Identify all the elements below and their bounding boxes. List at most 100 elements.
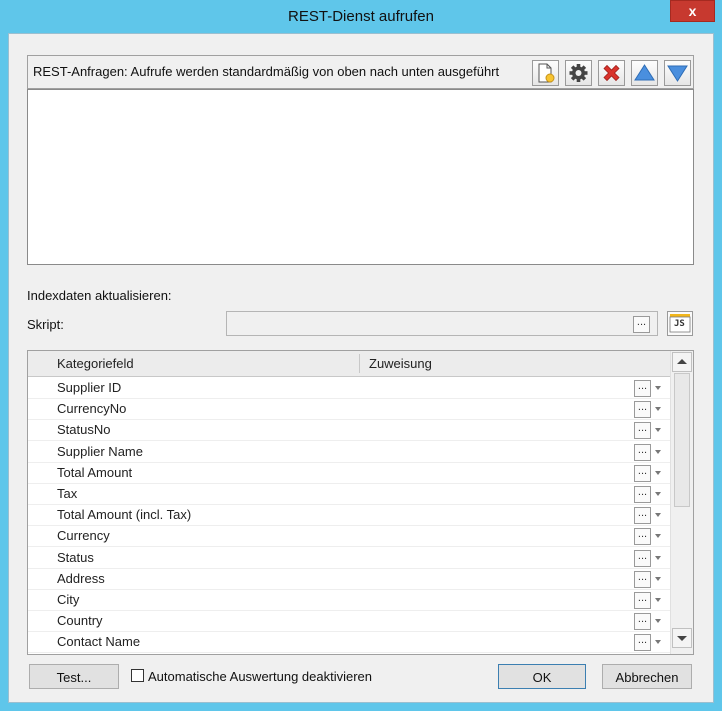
dropdown-arrow-icon[interactable] bbox=[655, 470, 661, 475]
gear-icon bbox=[569, 64, 588, 82]
js-label: JS bbox=[674, 319, 685, 329]
dropdown-arrow-icon[interactable] bbox=[655, 449, 661, 454]
requests-list[interactable] bbox=[27, 89, 694, 265]
assignment-browse-button[interactable]: ... bbox=[634, 486, 651, 503]
scroll-down-button[interactable] bbox=[672, 628, 692, 648]
table-row[interactable]: Status... bbox=[28, 548, 670, 569]
assignment-browse-button[interactable]: ... bbox=[634, 549, 651, 567]
table-row[interactable]: Address... bbox=[28, 569, 670, 590]
assignment-browse-button[interactable]: ... bbox=[634, 464, 651, 482]
field-name: City bbox=[57, 592, 80, 607]
assignment-cell[interactable] bbox=[361, 378, 631, 398]
field-name: Contact Name bbox=[57, 634, 141, 650]
table-row[interactable]: City... bbox=[28, 590, 670, 611]
assignment-cell[interactable] bbox=[361, 442, 631, 462]
assignment-browse-button[interactable]: ... bbox=[634, 380, 651, 397]
assignment-cell[interactable] bbox=[361, 399, 631, 419]
cancel-button[interactable]: Abbrechen bbox=[602, 664, 692, 689]
assignment-browse-button[interactable]: ... bbox=[634, 443, 651, 461]
assignment-cell[interactable] bbox=[361, 463, 631, 483]
table-row[interactable]: Supplier ID... bbox=[28, 378, 670, 399]
move-down-icon bbox=[667, 65, 688, 82]
assignment-browse-button[interactable]: ... bbox=[634, 634, 651, 652]
field-name: Total Amount (incl. Tax) bbox=[57, 507, 192, 523]
assignment-browse-button[interactable]: ... bbox=[634, 592, 651, 609]
column-header-assignment[interactable]: Zuweisung bbox=[369, 351, 649, 376]
dropdown-arrow-icon[interactable] bbox=[655, 492, 661, 496]
field-name: Country bbox=[57, 613, 103, 629]
table-row[interactable]: Supplier Name... bbox=[28, 442, 670, 463]
assignment-browse-button[interactable]: ... bbox=[634, 507, 651, 525]
assignment-cell[interactable] bbox=[361, 611, 631, 631]
field-name: Address bbox=[57, 570, 105, 586]
field-name: Supplier Name bbox=[57, 443, 143, 459]
delete-icon bbox=[603, 64, 620, 82]
scroll-up-button[interactable] bbox=[672, 352, 692, 372]
table-row[interactable]: StatusNo... bbox=[28, 420, 670, 442]
field-name: Tax bbox=[57, 486, 78, 501]
dropdown-arrow-icon[interactable] bbox=[655, 619, 661, 624]
table-row[interactable]: Total Amount (incl. Tax)... bbox=[28, 505, 670, 527]
scroll-up-arrow-icon bbox=[677, 359, 687, 364]
assignment-cell[interactable] bbox=[361, 569, 631, 589]
assignment-cell[interactable] bbox=[361, 590, 631, 610]
field-name: Currency bbox=[57, 528, 110, 544]
test-button[interactable]: Test... bbox=[29, 664, 119, 689]
js-editor-button[interactable]: JS bbox=[667, 311, 693, 336]
delete-request-button[interactable] bbox=[598, 60, 625, 86]
title-bar: REST-Dienst aufrufen x bbox=[0, 0, 722, 33]
table-row[interactable]: Tax... bbox=[28, 484, 670, 505]
move-up-icon bbox=[634, 64, 655, 81]
assignment-browse-button[interactable]: ... bbox=[634, 401, 651, 419]
auto-eval-checkbox[interactable] bbox=[131, 669, 144, 682]
column-header-field[interactable]: Kategoriefeld bbox=[57, 351, 357, 376]
new-request-button[interactable] bbox=[532, 60, 559, 86]
assignment-cell[interactable] bbox=[361, 526, 631, 546]
field-name: CurrencyNo bbox=[57, 401, 127, 417]
dropdown-arrow-icon[interactable] bbox=[655, 576, 661, 581]
table-row[interactable]: Contact Name... bbox=[28, 632, 670, 654]
dropdown-arrow-icon[interactable] bbox=[655, 513, 661, 518]
assignment-browse-button[interactable]: ... bbox=[634, 570, 651, 588]
grid-header: Kategoriefeld Zuweisung bbox=[28, 351, 670, 377]
auto-eval-label: Automatische Auswertung deaktivieren bbox=[148, 669, 373, 684]
assignment-cell[interactable] bbox=[361, 484, 631, 504]
new-document-icon bbox=[538, 63, 555, 83]
dropdown-arrow-icon[interactable] bbox=[655, 555, 661, 560]
field-grid: Kategoriefeld Zuweisung Supplier ID... Cu… bbox=[27, 350, 694, 655]
dropdown-arrow-icon[interactable] bbox=[655, 640, 661, 645]
dropdown-arrow-icon[interactable] bbox=[655, 534, 661, 539]
assignment-cell[interactable] bbox=[361, 548, 631, 568]
window-title: REST-Dienst aufrufen bbox=[288, 8, 434, 25]
dropdown-arrow-icon[interactable] bbox=[655, 598, 661, 602]
grid-scrollbar[interactable] bbox=[670, 351, 693, 654]
table-row[interactable]: Country... bbox=[28, 611, 670, 633]
table-row[interactable]: CurrencyNo... bbox=[28, 399, 670, 421]
assignment-cell[interactable] bbox=[361, 632, 631, 652]
field-name: Total Amount bbox=[57, 464, 133, 480]
field-name: StatusNo bbox=[57, 422, 111, 438]
script-field[interactable] bbox=[226, 311, 658, 336]
assignment-cell[interactable] bbox=[361, 505, 631, 525]
ok-button[interactable]: OK bbox=[498, 664, 586, 689]
move-down-button[interactable] bbox=[664, 60, 691, 86]
scroll-down-arrow-icon bbox=[677, 636, 687, 641]
close-button[interactable]: x bbox=[670, 0, 715, 22]
table-row[interactable]: Currency... bbox=[28, 526, 670, 548]
field-name: Status bbox=[57, 549, 94, 565]
index-heading: Indexdaten aktualisieren: bbox=[27, 288, 172, 303]
dropdown-arrow-icon[interactable] bbox=[655, 428, 661, 433]
column-divider bbox=[359, 354, 360, 373]
table-row[interactable]: Total Amount... bbox=[28, 463, 670, 484]
assignment-browse-button[interactable]: ... bbox=[634, 528, 651, 546]
assignment-browse-button[interactable]: ... bbox=[634, 613, 651, 631]
dropdown-arrow-icon[interactable] bbox=[655, 386, 661, 390]
move-up-button[interactable] bbox=[631, 60, 658, 86]
dropdown-arrow-icon[interactable] bbox=[655, 407, 661, 412]
script-browse-button[interactable]: ... bbox=[633, 316, 650, 333]
script-label: Skript: bbox=[27, 317, 64, 332]
settings-button[interactable] bbox=[565, 60, 592, 86]
scroll-thumb[interactable] bbox=[674, 373, 690, 507]
assignment-browse-button[interactable]: ... bbox=[634, 422, 651, 440]
assignment-cell[interactable] bbox=[361, 420, 631, 440]
